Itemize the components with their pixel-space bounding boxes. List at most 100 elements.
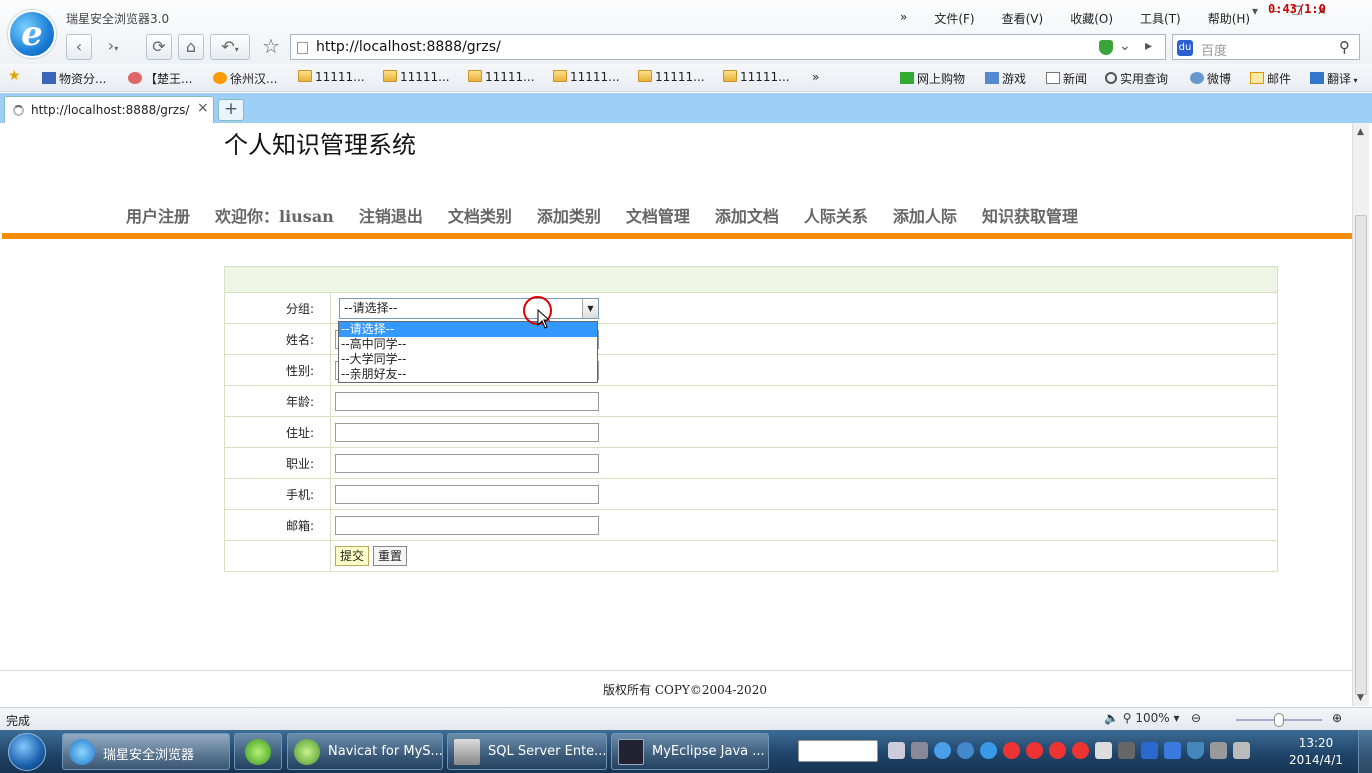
undo-close-button[interactable]: ↶▾ — [210, 34, 250, 60]
fav-folder[interactable]: 11111... — [553, 70, 620, 84]
chevron-down-icon[interactable]: ⌄ — [1119, 38, 1131, 54]
nav-add-doc[interactable]: 添加文档 — [715, 203, 779, 227]
fav-folder[interactable]: 11111... — [638, 70, 705, 84]
fav-translate[interactable]: 翻译 ▾ — [1310, 70, 1358, 87]
go-icon[interactable]: ▸ — [1145, 38, 1152, 54]
nav-logout[interactable]: 注销退出 — [359, 203, 423, 227]
submit-button[interactable]: 提交 — [335, 546, 370, 566]
fav-shopping[interactable]: 网上购物 — [900, 70, 965, 87]
nav-doc-categories[interactable]: 文档类别 — [448, 203, 512, 227]
nav-contacts[interactable]: 人际关系 — [804, 203, 868, 227]
ime-icon[interactable] — [1095, 742, 1112, 759]
search-box[interactable]: du 百度 ⚲ — [1172, 34, 1360, 60]
favorites-star-icon[interactable]: ★ — [8, 68, 21, 84]
search-icon[interactable]: ⚲ — [1339, 38, 1350, 56]
group-option[interactable]: --请选择-- — [339, 322, 597, 337]
menu-file[interactable]: 文件(F) — [934, 10, 974, 27]
email-input[interactable] — [335, 515, 599, 535]
fav-games[interactable]: 游戏 — [985, 70, 1026, 87]
shield-icon[interactable] — [1187, 742, 1204, 759]
task-navicat[interactable]: Navicat for MyS... — [287, 733, 443, 770]
search-icon[interactable] — [934, 742, 951, 759]
fav-item[interactable]: 物资分... — [42, 70, 106, 87]
zoom-slider[interactable] — [1236, 713, 1322, 727]
zoom-control[interactable]: 🔈 ⚲ 100% ▾ ⊖ — [1104, 711, 1201, 725]
vertical-scrollbar[interactable]: ▲ ▼ — [1352, 123, 1369, 706]
clock[interactable]: 13:20 2014/4/1 — [1286, 735, 1346, 769]
update-icon[interactable] — [1141, 742, 1158, 759]
tab-active[interactable]: http://localhost:8888/grzs/ × — [4, 96, 214, 123]
fav-more[interactable]: » — [812, 70, 819, 84]
fav-weibo[interactable]: 微博 — [1190, 70, 1231, 87]
group-option[interactable]: --亲朋好友-- — [339, 367, 597, 382]
phone-input[interactable] — [335, 484, 599, 504]
group-select[interactable]: --请选择-- ▼ — [339, 297, 599, 319]
job-input[interactable] — [335, 453, 599, 473]
url-text[interactable]: http://localhost:8888/grzs/ — [316, 39, 501, 55]
qq-icon[interactable] — [1026, 742, 1043, 759]
keyboard-icon[interactable] — [888, 742, 905, 759]
refresh-button[interactable]: ⟳ — [146, 34, 172, 60]
app-tray-icon[interactable] — [1164, 742, 1181, 759]
close-tab-icon[interactable]: × — [197, 100, 209, 116]
back-button[interactable]: ‹ — [66, 34, 92, 60]
scroll-thumb[interactable] — [1355, 215, 1367, 695]
start-button[interactable] — [8, 733, 46, 771]
footer-divider — [0, 670, 1352, 671]
address-input[interactable] — [335, 422, 599, 442]
qq-icon[interactable] — [1003, 742, 1020, 759]
new-tab-button[interactable]: + — [218, 99, 244, 121]
task-myeclipse[interactable]: MyEclipse Java ... — [611, 733, 769, 770]
speaker-icon[interactable]: 🔈 — [1104, 711, 1119, 725]
scroll-up-icon[interactable]: ▲ — [1357, 127, 1364, 137]
nav-knowledge[interactable]: 知识获取管理 — [982, 203, 1078, 227]
fav-folder[interactable]: 11111... — [468, 70, 535, 84]
task-app[interactable] — [234, 733, 282, 770]
address-bar[interactable]: http://localhost:8888/grzs/ ⌄ ▸ — [290, 34, 1166, 60]
nav-add-category[interactable]: 添加类别 — [537, 203, 601, 227]
fav-folder[interactable]: 11111... — [383, 70, 450, 84]
fav-mail[interactable]: 邮件 — [1250, 70, 1291, 87]
fav-item[interactable]: 【楚王... — [128, 70, 192, 87]
globe-icon[interactable] — [980, 742, 997, 759]
qq-icon[interactable] — [1072, 742, 1089, 759]
menu-favorites[interactable]: 收藏(O) — [1070, 10, 1113, 27]
fav-item[interactable]: 徐州汉... — [213, 70, 277, 87]
fav-folder[interactable]: 11111... — [298, 70, 365, 84]
menu-view[interactable]: 查看(V) — [1002, 10, 1044, 27]
fav-news[interactable]: 新闻 — [1046, 70, 1087, 87]
task-sqlserver[interactable]: SQL Server Ente... — [447, 733, 607, 770]
show-desktop-button[interactable] — [1358, 730, 1372, 773]
baidu-icon[interactable]: du — [1177, 40, 1193, 56]
menu-help[interactable]: 帮助(H) — [1208, 10, 1250, 27]
menu-tools[interactable]: 工具(T) — [1140, 10, 1181, 27]
add-favorite-button[interactable]: ☆ — [258, 34, 284, 60]
age-input[interactable] — [335, 391, 599, 411]
scroll-down-icon[interactable]: ▼ — [1357, 693, 1364, 703]
dropdown-arrow-icon[interactable]: ▼ — [582, 298, 598, 318]
tool-icon[interactable] — [1118, 742, 1135, 759]
fav-query[interactable]: 实用查询 — [1105, 70, 1168, 87]
qq-icon[interactable] — [1049, 742, 1066, 759]
display-icon[interactable] — [1210, 742, 1227, 759]
tray-search-input[interactable] — [798, 740, 878, 762]
reset-button[interactable]: 重置 — [373, 546, 408, 566]
volume-icon[interactable] — [1233, 742, 1250, 759]
zoom-in-icon[interactable]: ⊕ — [1332, 711, 1342, 725]
network-icon[interactable] — [911, 742, 928, 759]
zoom-slider-thumb[interactable] — [1274, 713, 1284, 727]
nav-register[interactable]: 用户注册 — [126, 203, 190, 227]
nav-add-contact[interactable]: 添加人际 — [893, 203, 957, 227]
task-browser[interactable]: 瑞星安全浏览器 — [62, 733, 230, 770]
menu-more[interactable]: » — [900, 10, 907, 27]
nav-doc-manage[interactable]: 文档管理 — [626, 203, 690, 227]
shirt-icon[interactable]: ▾ — [1252, 4, 1258, 18]
cart-icon — [900, 72, 914, 84]
forward-button[interactable]: ›▾ — [96, 34, 130, 60]
group-option[interactable]: --高中同学-- — [339, 337, 597, 352]
home-button[interactable]: ⌂ — [178, 34, 204, 60]
group-option[interactable]: --大学同学-- — [339, 352, 597, 367]
security-shield-icon[interactable] — [1099, 40, 1113, 55]
browser-tray-icon[interactable] — [957, 742, 974, 759]
fav-folder[interactable]: 11111... — [723, 70, 790, 84]
